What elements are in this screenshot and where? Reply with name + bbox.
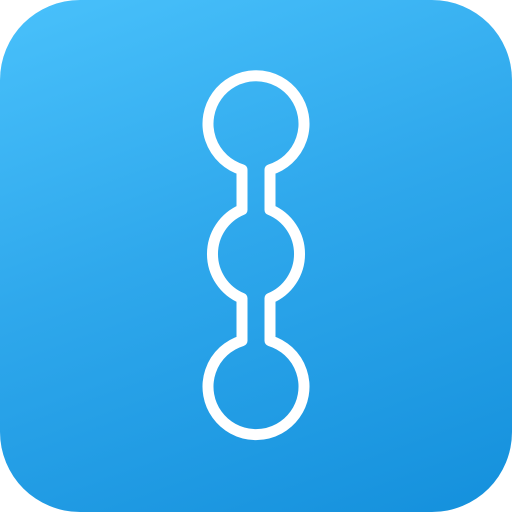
three-connected-circles-icon <box>202 70 310 441</box>
app-icon-tile[interactable] <box>0 0 512 512</box>
